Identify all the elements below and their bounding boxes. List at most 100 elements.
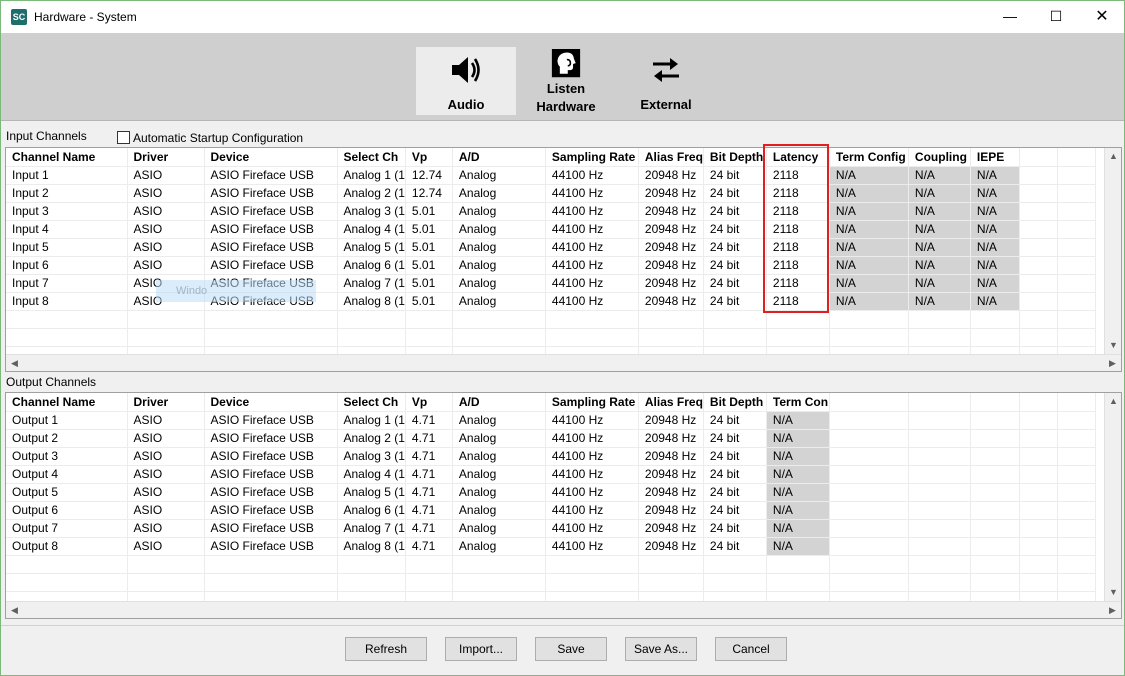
output-empty-cell[interactable] <box>829 537 909 556</box>
refresh-button[interactable]: Refresh <box>345 637 427 661</box>
input-table-cell[interactable]: N/A <box>829 292 909 311</box>
output-header-cell[interactable]: Sampling Rate <box>545 393 639 412</box>
input-table-cell[interactable]: ASIO Fireface USB <box>204 256 338 275</box>
output-table-cell[interactable]: 4.71 <box>405 537 453 556</box>
output-table-row[interactable]: Output 2 ASIO ASIO Fireface USB Analog 2 (1… <box>6 429 1096 448</box>
output-table-cell[interactable]: Output 6 <box>6 501 128 520</box>
output-table-cell[interactable]: 4.71 <box>405 465 453 484</box>
input-table-cell[interactable]: 20948 Hz <box>638 256 704 275</box>
scroll-up-icon[interactable]: ▲ <box>1105 393 1121 410</box>
output-table-cell[interactable]: Output 4 <box>6 465 128 484</box>
output-table-cell[interactable]: ASIO Fireface USB <box>204 465 338 484</box>
input-table-cell[interactable]: 44100 Hz <box>545 256 639 275</box>
input-empty-cell[interactable] <box>6 328 128 347</box>
input-table-cell[interactable]: Analog <box>452 184 546 203</box>
output-table-cell[interactable]: Analog 7 (1 <box>337 519 406 538</box>
output-table-cell[interactable]: 20948 Hz <box>638 429 704 448</box>
input-table-cell[interactable]: Input 6 <box>6 256 128 275</box>
output-table-cell[interactable]: 24 bit <box>703 411 767 430</box>
input-table-cell[interactable]: Analog 1 (1 <box>337 166 406 185</box>
input-empty-cell[interactable] <box>452 328 546 347</box>
tab-audio[interactable]: Audio <box>416 47 516 115</box>
output-table-cell[interactable]: Analog <box>452 447 546 466</box>
output-table-cell[interactable]: ASIO Fireface USB <box>204 447 338 466</box>
output-empty-cell[interactable] <box>908 573 971 592</box>
input-table-cell[interactable]: 5.01 <box>405 292 453 311</box>
output-empty-cell[interactable] <box>908 465 971 484</box>
input-header-cell[interactable]: Vp <box>405 148 453 167</box>
input-table-cell[interactable]: 12.74 <box>405 166 453 185</box>
output-empty-cell[interactable] <box>1057 519 1096 538</box>
input-empty-cell[interactable] <box>1057 238 1096 257</box>
output-table-cell[interactable]: 24 bit <box>703 501 767 520</box>
output-empty-cell[interactable] <box>766 555 830 574</box>
input-empty-cell[interactable] <box>1057 220 1096 239</box>
output-empty-cell[interactable] <box>703 555 767 574</box>
input-empty-cell[interactable] <box>545 310 639 329</box>
input-empty-cell[interactable] <box>970 310 1020 329</box>
input-empty-cell[interactable] <box>1019 238 1058 257</box>
output-empty-cell[interactable] <box>829 483 909 502</box>
output-empty-cell[interactable] <box>970 519 1020 538</box>
output-empty-cell[interactable] <box>829 555 909 574</box>
input-table-row[interactable]: Input 4 ASIO ASIO Fireface USB Analog 4 (1 5… <box>6 220 1096 239</box>
output-empty-cell[interactable] <box>829 519 909 538</box>
output-empty-cell[interactable] <box>545 555 639 574</box>
output-table-cell[interactable]: 4.71 <box>405 411 453 430</box>
output-table-cell[interactable]: N/A <box>766 519 830 538</box>
output-empty-cell[interactable] <box>908 519 971 538</box>
input-empty-cell[interactable] <box>405 310 453 329</box>
input-table-cell[interactable]: Input 5 <box>6 238 128 257</box>
auto-startup-checkbox[interactable] <box>117 131 130 144</box>
input-table-cell[interactable]: ASIO <box>127 238 205 257</box>
input-table-cell[interactable]: 2118 <box>766 274 830 293</box>
input-table-cell[interactable]: ASIO Fireface USB <box>204 202 338 221</box>
input-empty-cell[interactable] <box>1019 184 1058 203</box>
output-table-cell[interactable]: 24 bit <box>703 465 767 484</box>
input-table-cell[interactable]: 20948 Hz <box>638 292 704 311</box>
input-empty-cell[interactable] <box>204 328 338 347</box>
input-empty-cell[interactable] <box>1057 328 1096 347</box>
output-table-cell[interactable]: 44100 Hz <box>545 501 639 520</box>
input-table-cell[interactable]: Analog <box>452 238 546 257</box>
input-header-cell[interactable]: Select Ch <box>337 148 406 167</box>
input-table-cell[interactable]: Analog 2 (1 <box>337 184 406 203</box>
input-table-cell[interactable]: Analog <box>452 202 546 221</box>
input-empty-cell[interactable] <box>638 328 704 347</box>
output-empty-cell[interactable] <box>405 555 453 574</box>
output-empty-cell[interactable] <box>1019 573 1058 592</box>
output-empty-cell[interactable] <box>970 501 1020 520</box>
output-empty-cell[interactable] <box>766 573 830 592</box>
output-table-cell[interactable]: ASIO <box>127 537 205 556</box>
output-table-cell[interactable]: ASIO Fireface USB <box>204 429 338 448</box>
output-table-cell[interactable]: Analog 5 (1 <box>337 483 406 502</box>
output-table-cell[interactable]: 44100 Hz <box>545 537 639 556</box>
input-table-cell[interactable]: 2118 <box>766 184 830 203</box>
input-table-cell[interactable]: ASIO Fireface USB <box>204 184 338 203</box>
output-empty-cell[interactable] <box>1057 555 1096 574</box>
input-empty-cell[interactable] <box>829 310 909 329</box>
input-header-empty[interactable] <box>1057 148 1096 167</box>
input-table-cell[interactable]: 44100 Hz <box>545 184 639 203</box>
input-table-cell[interactable]: N/A <box>829 274 909 293</box>
output-empty-cell[interactable] <box>970 573 1020 592</box>
output-empty-cell[interactable] <box>337 573 406 592</box>
output-table-cell[interactable]: Analog 8 (1 <box>337 537 406 556</box>
output-empty-cell[interactable] <box>970 555 1020 574</box>
input-empty-cell[interactable] <box>1019 166 1058 185</box>
input-table-cell[interactable]: N/A <box>970 238 1020 257</box>
input-empty-cell[interactable] <box>405 328 453 347</box>
input-table-cell[interactable]: N/A <box>829 220 909 239</box>
input-table-cell[interactable]: N/A <box>970 202 1020 221</box>
output-table-cell[interactable]: ASIO <box>127 483 205 502</box>
input-table-cell[interactable]: 24 bit <box>703 274 767 293</box>
input-table-cell[interactable]: ASIO <box>127 166 205 185</box>
input-table-cell[interactable]: Input 2 <box>6 184 128 203</box>
output-empty-cell[interactable] <box>908 429 971 448</box>
input-table-cell[interactable]: ASIO Fireface USB <box>204 220 338 239</box>
output-table-cell[interactable]: N/A <box>766 411 830 430</box>
output-header-cell[interactable]: Select Ch <box>337 393 406 412</box>
output-empty-cell[interactable] <box>1019 411 1058 430</box>
output-table-cell[interactable]: Analog <box>452 519 546 538</box>
input-horizontal-scrollbar[interactable]: ◀ ▶ <box>6 354 1121 371</box>
